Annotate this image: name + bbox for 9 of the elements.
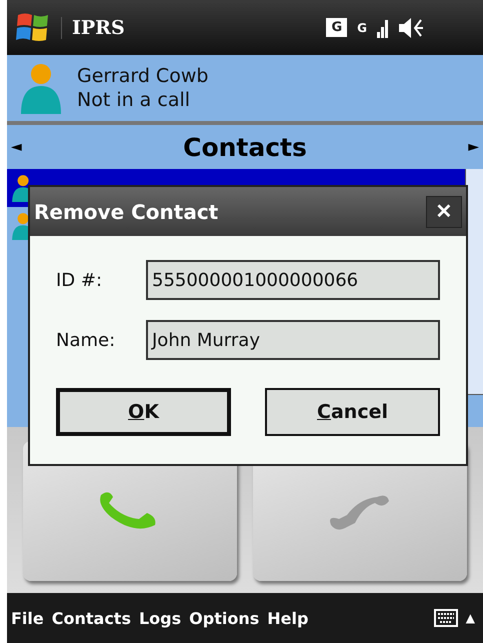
call-status: Not in a call — [77, 89, 192, 111]
field-label: Name: — [56, 330, 116, 350]
signal-type: G — [357, 20, 367, 34]
section-title: Contacts — [183, 132, 307, 162]
dialog-title: Remove Contact — [34, 200, 218, 224]
field-label: ID #: — [56, 270, 104, 290]
app-title: IPRS — [61, 16, 125, 38]
network-badge: G — [326, 18, 348, 37]
user-name: Gerrard Cowb — [77, 65, 208, 87]
